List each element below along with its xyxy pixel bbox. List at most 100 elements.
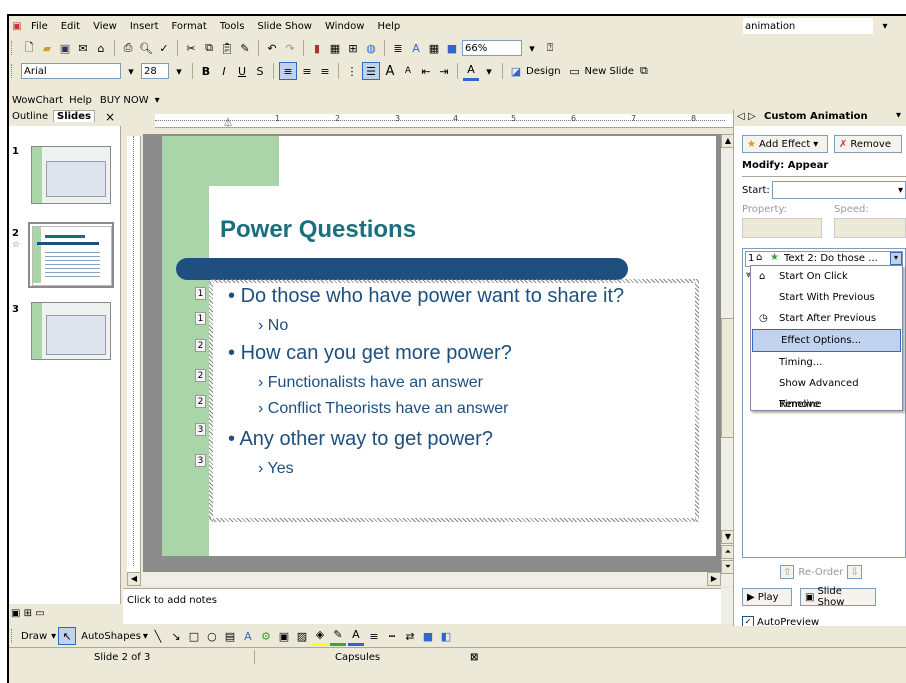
buynow-menu[interactable]: BUY NOW [100,95,149,106]
picture-icon[interactable]: ▨ [294,628,310,644]
slide-thumbnail-2[interactable] [28,222,114,288]
menu-edit[interactable]: Edit [61,21,80,32]
spelling-icon[interactable]: ✓ [156,40,172,56]
insert-table-icon[interactable]: ▦ [327,40,343,56]
tab-outline[interactable]: Outline [12,111,48,122]
menu-timing[interactable]: Timing... [751,352,902,373]
increase-indent-icon[interactable]: ⇥ [436,63,452,79]
horizontal-scrollbar[interactable]: ◀ ▶ [127,572,721,586]
item-dropdown-icon[interactable]: ▾ [890,252,902,265]
menu-file[interactable]: File [31,21,48,32]
menu-start-after-previous[interactable]: ◷ Start After Previous [751,308,902,329]
menu-format[interactable]: Format [172,21,207,32]
format-painter-icon[interactable]: ✎ [237,40,253,56]
font-name-select[interactable]: Arial [21,63,121,79]
undo-icon[interactable]: ↶ [264,40,280,56]
select-objects-icon[interactable]: ↖ [58,627,77,645]
insert-chart-icon[interactable]: ▮ [309,40,325,56]
anim-tag[interactable]: 1 [195,287,206,300]
align-right-icon[interactable]: ≡ [317,63,333,79]
increase-font-icon[interactable]: A [382,63,398,79]
font-color-dropdown-icon[interactable]: ▾ [481,63,497,79]
speed-select[interactable] [834,218,906,238]
line-color-icon[interactable]: ✎ [329,627,346,646]
slide-thumbnail-3[interactable] [31,302,111,360]
slideshow-view-icon[interactable]: ▭ [35,608,44,619]
rectangle-icon[interactable]: □ [186,628,202,644]
slide-sorter-icon[interactable]: ⊞ [24,608,32,619]
task-pane-menu-icon[interactable]: ▾ [896,110,901,121]
notes-placeholder[interactable]: Click to add notes [127,595,217,606]
slideshow-button[interactable]: ▣ Slide Show [800,586,876,608]
menu-show-advanced-timeline[interactable]: Show Advanced Timeline [751,373,902,410]
anim-tag[interactable]: 1 [195,312,206,325]
toolbar-options-icon[interactable]: ⧉ [636,63,652,79]
autoshapes-menu[interactable]: AutoShapes [81,631,141,642]
app-icon[interactable]: ▣ [9,18,25,34]
show-formatting-icon[interactable]: A [408,40,424,56]
anim-tag[interactable]: 2 [195,339,206,352]
slide-thumbnail-1[interactable] [31,146,111,204]
dash-style-icon[interactable]: ┅ [384,628,400,644]
normal-view-icon[interactable]: ▣ [11,608,20,619]
redo-icon[interactable]: ↷ [282,40,298,56]
clipart-icon[interactable]: ▣ [276,628,292,644]
slide[interactable]: Power Questions 1 • Do those who have po… [162,136,716,556]
help-dropdown-icon[interactable]: ▾ [877,18,893,34]
scroll-right-icon[interactable]: ▶ [707,572,721,586]
tab-slides[interactable]: Slides [53,110,95,122]
close-pane-button[interactable]: × [105,110,115,124]
move-down-icon[interactable]: ⇩ [847,565,862,579]
back-icon[interactable]: ◁ [737,111,745,122]
3d-style-icon[interactable]: ◧ [438,628,454,644]
align-left-icon[interactable]: ≡ [279,62,297,80]
arrow-icon[interactable]: ↘ [168,628,184,644]
save-icon[interactable]: ▣ [57,40,73,56]
diagram-icon[interactable]: ⚙ [258,628,274,644]
help-search-input[interactable]: animation [743,18,873,34]
font-color-draw-icon[interactable]: A [347,627,364,646]
menu-remove[interactable]: Remove [751,394,902,415]
wowchart-help-menu[interactable]: Help [69,95,92,106]
permission-icon[interactable]: ✉ [75,40,91,56]
shadow-style-icon[interactable]: ■ [420,628,436,644]
new-slide-icon[interactable]: ▭ [567,63,583,79]
anim-tag[interactable]: 2 [195,369,206,382]
bullets-icon[interactable]: ☰ [362,62,380,80]
menu-slideshow[interactable]: Slide Show [257,21,312,32]
italic-icon[interactable]: I [216,63,232,79]
draw-menu[interactable]: Draw [21,631,47,642]
anim-tag[interactable]: 3 [195,454,206,467]
paste-icon[interactable]: 📋︎ [219,40,235,56]
property-select[interactable] [742,218,822,238]
spelling-status-icon[interactable]: ⊠ [470,652,478,663]
email-icon[interactable]: ⌂ [93,40,109,56]
scroll-left-icon[interactable]: ◀ [127,572,141,586]
design-icon[interactable]: ◪ [508,63,524,79]
menu-view[interactable]: View [93,21,117,32]
arrow-style-icon[interactable]: ⇄ [402,628,418,644]
play-button[interactable]: ▶ Play [742,588,792,606]
line-style-icon[interactable]: ≡ [366,628,382,644]
menu-effect-options[interactable]: Effect Options... [752,329,901,352]
menu-start-with-previous[interactable]: Start With Previous [751,287,902,308]
font-color-icon[interactable]: A [463,62,479,81]
line-icon[interactable]: ╲ [150,628,166,644]
anim-tag[interactable]: 3 [195,423,206,436]
forward-icon[interactable]: ▷ [748,111,756,122]
slide-title[interactable]: Power Questions [220,216,416,244]
oval-icon[interactable]: ○ [204,628,220,644]
decrease-font-icon[interactable]: A [400,63,416,79]
numbering-icon[interactable]: ⋮ [344,63,360,79]
show-grid-icon[interactable]: ▦ [426,40,442,56]
zoom-dropdown-icon[interactable]: ▾ [524,40,540,56]
print-icon[interactable]: ⎙ [120,40,136,56]
textbox-icon[interactable]: ▤ [222,628,238,644]
start-select[interactable]: ▾ [772,181,906,199]
menu-tools[interactable]: Tools [220,21,245,32]
zoom-select[interactable]: 66% [462,40,522,56]
bold-icon[interactable]: B [198,63,214,79]
indent-marker-icon[interactable]: ⏃ [223,114,233,129]
decrease-indent-icon[interactable]: ⇤ [418,63,434,79]
expand-all-icon[interactable]: ≣ [390,40,406,56]
